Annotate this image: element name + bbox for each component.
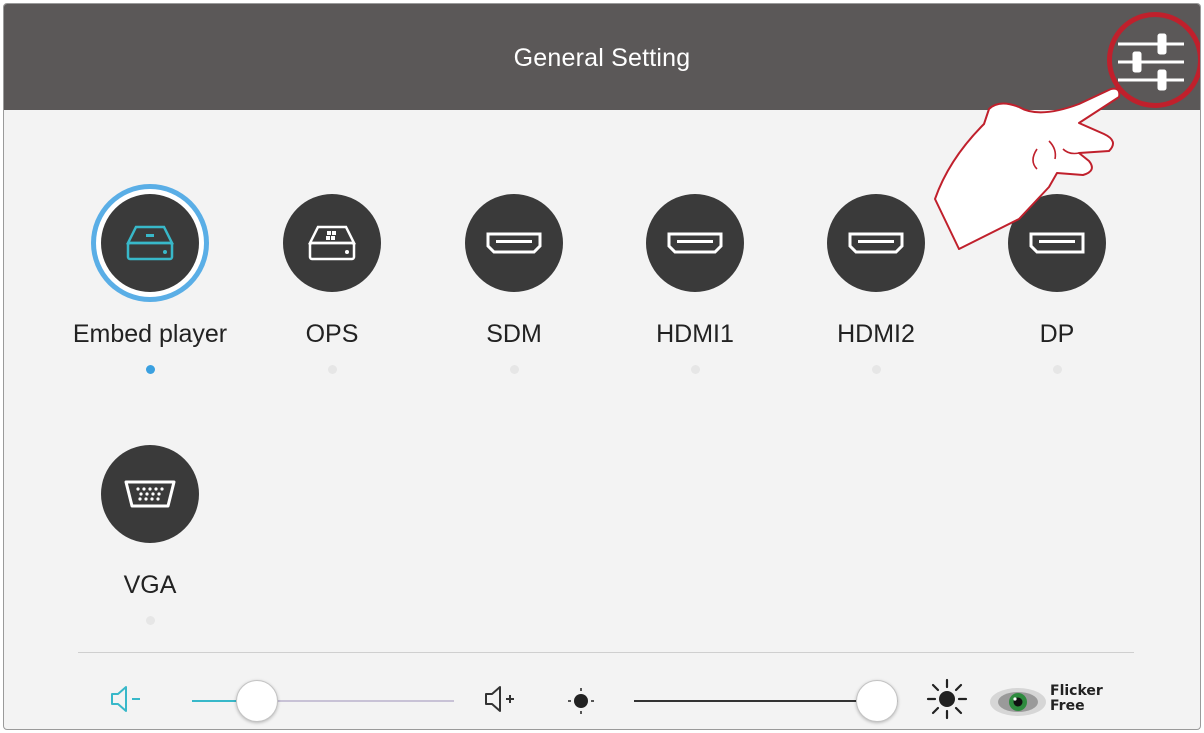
media-player-icon (125, 225, 175, 261)
source-embed-player[interactable]: Embed player (70, 194, 230, 374)
vga-port-icon (124, 480, 176, 508)
source-label: VGA (123, 571, 177, 599)
page-indicator-dot (327, 365, 337, 374)
flicker-free-text: Flicker Free (1050, 684, 1103, 714)
flicker-line-2: Free (1050, 698, 1085, 714)
page-indicator-dot (871, 365, 881, 374)
volume-down-icon[interactable] (108, 684, 148, 714)
source-vga[interactable]: VGA (70, 445, 230, 625)
source-label: HDMI2 (837, 320, 915, 348)
source-dp[interactable]: DP (977, 194, 1137, 374)
displayport-icon (1029, 232, 1085, 254)
volume-up-icon[interactable] (482, 684, 522, 714)
page-indicator-dot (690, 365, 700, 374)
source-icon-circle (101, 445, 199, 543)
volume-thumb[interactable] (236, 680, 278, 722)
flicker-free-logo: Flicker Free (988, 680, 1103, 724)
source-icon-circle (283, 194, 381, 292)
source-label: SDM (486, 320, 542, 348)
page-indicator-dot (145, 616, 155, 625)
settings-button[interactable] (1112, 22, 1190, 100)
source-label: HDMI1 (656, 320, 734, 348)
header-bar: General Setting (4, 4, 1200, 110)
hdmi-port-icon (667, 232, 723, 254)
control-bar: Flicker Free (4, 654, 1200, 729)
source-icon-circle (1008, 194, 1106, 292)
source-hdmi1[interactable]: HDMI1 (615, 194, 775, 374)
hdmi-port-icon (848, 232, 904, 254)
divider (78, 652, 1134, 653)
page-title: General Setting (513, 44, 691, 72)
brightness-down-icon[interactable] (566, 686, 596, 716)
source-label: DP (1039, 320, 1075, 348)
source-label: OPS (305, 320, 359, 348)
brightness-up-icon[interactable] (926, 678, 968, 720)
source-ops[interactable]: OPS (252, 194, 412, 374)
eye-icon (990, 688, 1046, 716)
general-setting-panel: General Setting Embed player OPS SDM HDM… (3, 3, 1201, 730)
source-icon-circle (827, 194, 925, 292)
page-indicator-dot (509, 365, 519, 374)
ops-icon (307, 225, 357, 261)
source-label: Embed player (72, 320, 228, 348)
source-sdm[interactable]: SDM (434, 194, 594, 374)
source-hdmi2[interactable]: HDMI2 (796, 194, 956, 374)
hdmi-port-icon (486, 232, 542, 254)
source-icon-circle (465, 194, 563, 292)
flicker-line-1: Flicker (1050, 683, 1103, 699)
source-icon-circle (101, 194, 199, 292)
sliders-icon (1118, 33, 1184, 91)
source-icon-circle (646, 194, 744, 292)
page-indicator-dot (1052, 365, 1062, 374)
brightness-thumb[interactable] (856, 680, 898, 722)
selected-indicator-dot (145, 365, 155, 374)
